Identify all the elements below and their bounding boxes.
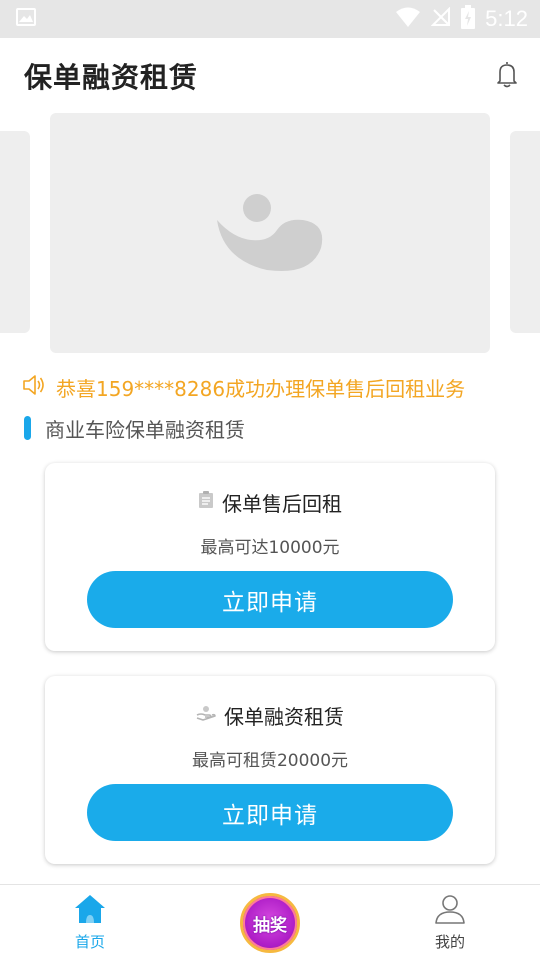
nav-mine-label: 我的 — [434, 933, 465, 951]
card-header: 保单融资租赁 — [45, 700, 495, 730]
notice-text: 恭喜159****8286成功办理保单售后回租业务 — [56, 376, 466, 401]
nav-home-label: 首页 — [74, 933, 105, 951]
section-header: 商业车险保单融资租赁 — [24, 414, 245, 442]
carousel-prev-slide[interactable] — [0, 131, 30, 333]
document-icon — [198, 491, 214, 513]
speaker-icon — [22, 373, 46, 401]
page-title: 保单融资租赁 — [24, 61, 199, 94]
home-icon — [73, 893, 107, 929]
card-title: 保单售后回租 — [222, 491, 342, 516]
app-header: 保单融资租赁 — [0, 38, 540, 114]
card-header: 保单售后回租 — [45, 487, 495, 517]
image-placeholder-icon — [215, 190, 325, 276]
lottery-label: 抽奖 — [253, 915, 287, 936]
product-card-financing[interactable]: 保单融资租赁 最高可租赁20000元 立即申请 — [45, 676, 495, 864]
nav-mine[interactable]: 我的 — [390, 885, 510, 960]
card-subtitle: 最高可租赁20000元 — [191, 751, 349, 771]
status-time: 5:12 — [485, 6, 528, 31]
image-icon — [16, 8, 36, 30]
battery-charging-icon — [461, 5, 476, 33]
bell-icon[interactable] — [496, 60, 518, 92]
wifi-icon — [395, 6, 421, 32]
card-subtitle: 最高可达10000元 — [200, 538, 340, 558]
banner-slide[interactable] — [50, 113, 490, 353]
banner-carousel[interactable] — [0, 113, 540, 353]
section-title: 商业车险保单融资租赁 — [45, 417, 245, 442]
section-accent-bar — [24, 416, 31, 440]
apply-button[interactable]: 立即申请 — [87, 571, 453, 628]
hand-coin-icon — [196, 705, 216, 725]
notice-marquee[interactable]: 恭喜159****8286成功办理保单售后回租业务 — [22, 370, 465, 404]
no-signal-icon — [430, 6, 451, 31]
user-icon — [433, 893, 467, 929]
nav-home[interactable]: 首页 — [30, 885, 150, 960]
status-bar: 5:12 — [0, 0, 540, 38]
card-title: 保单融资租赁 — [224, 704, 344, 729]
apply-button[interactable]: 立即申请 — [87, 784, 453, 841]
bottom-nav: 首页 抽奖 我的 — [0, 884, 540, 960]
lottery-button[interactable]: 抽奖 — [240, 893, 300, 953]
product-card-leaseback[interactable]: 保单售后回租 最高可达10000元 立即申请 — [45, 463, 495, 651]
carousel-next-slide[interactable] — [510, 131, 540, 333]
